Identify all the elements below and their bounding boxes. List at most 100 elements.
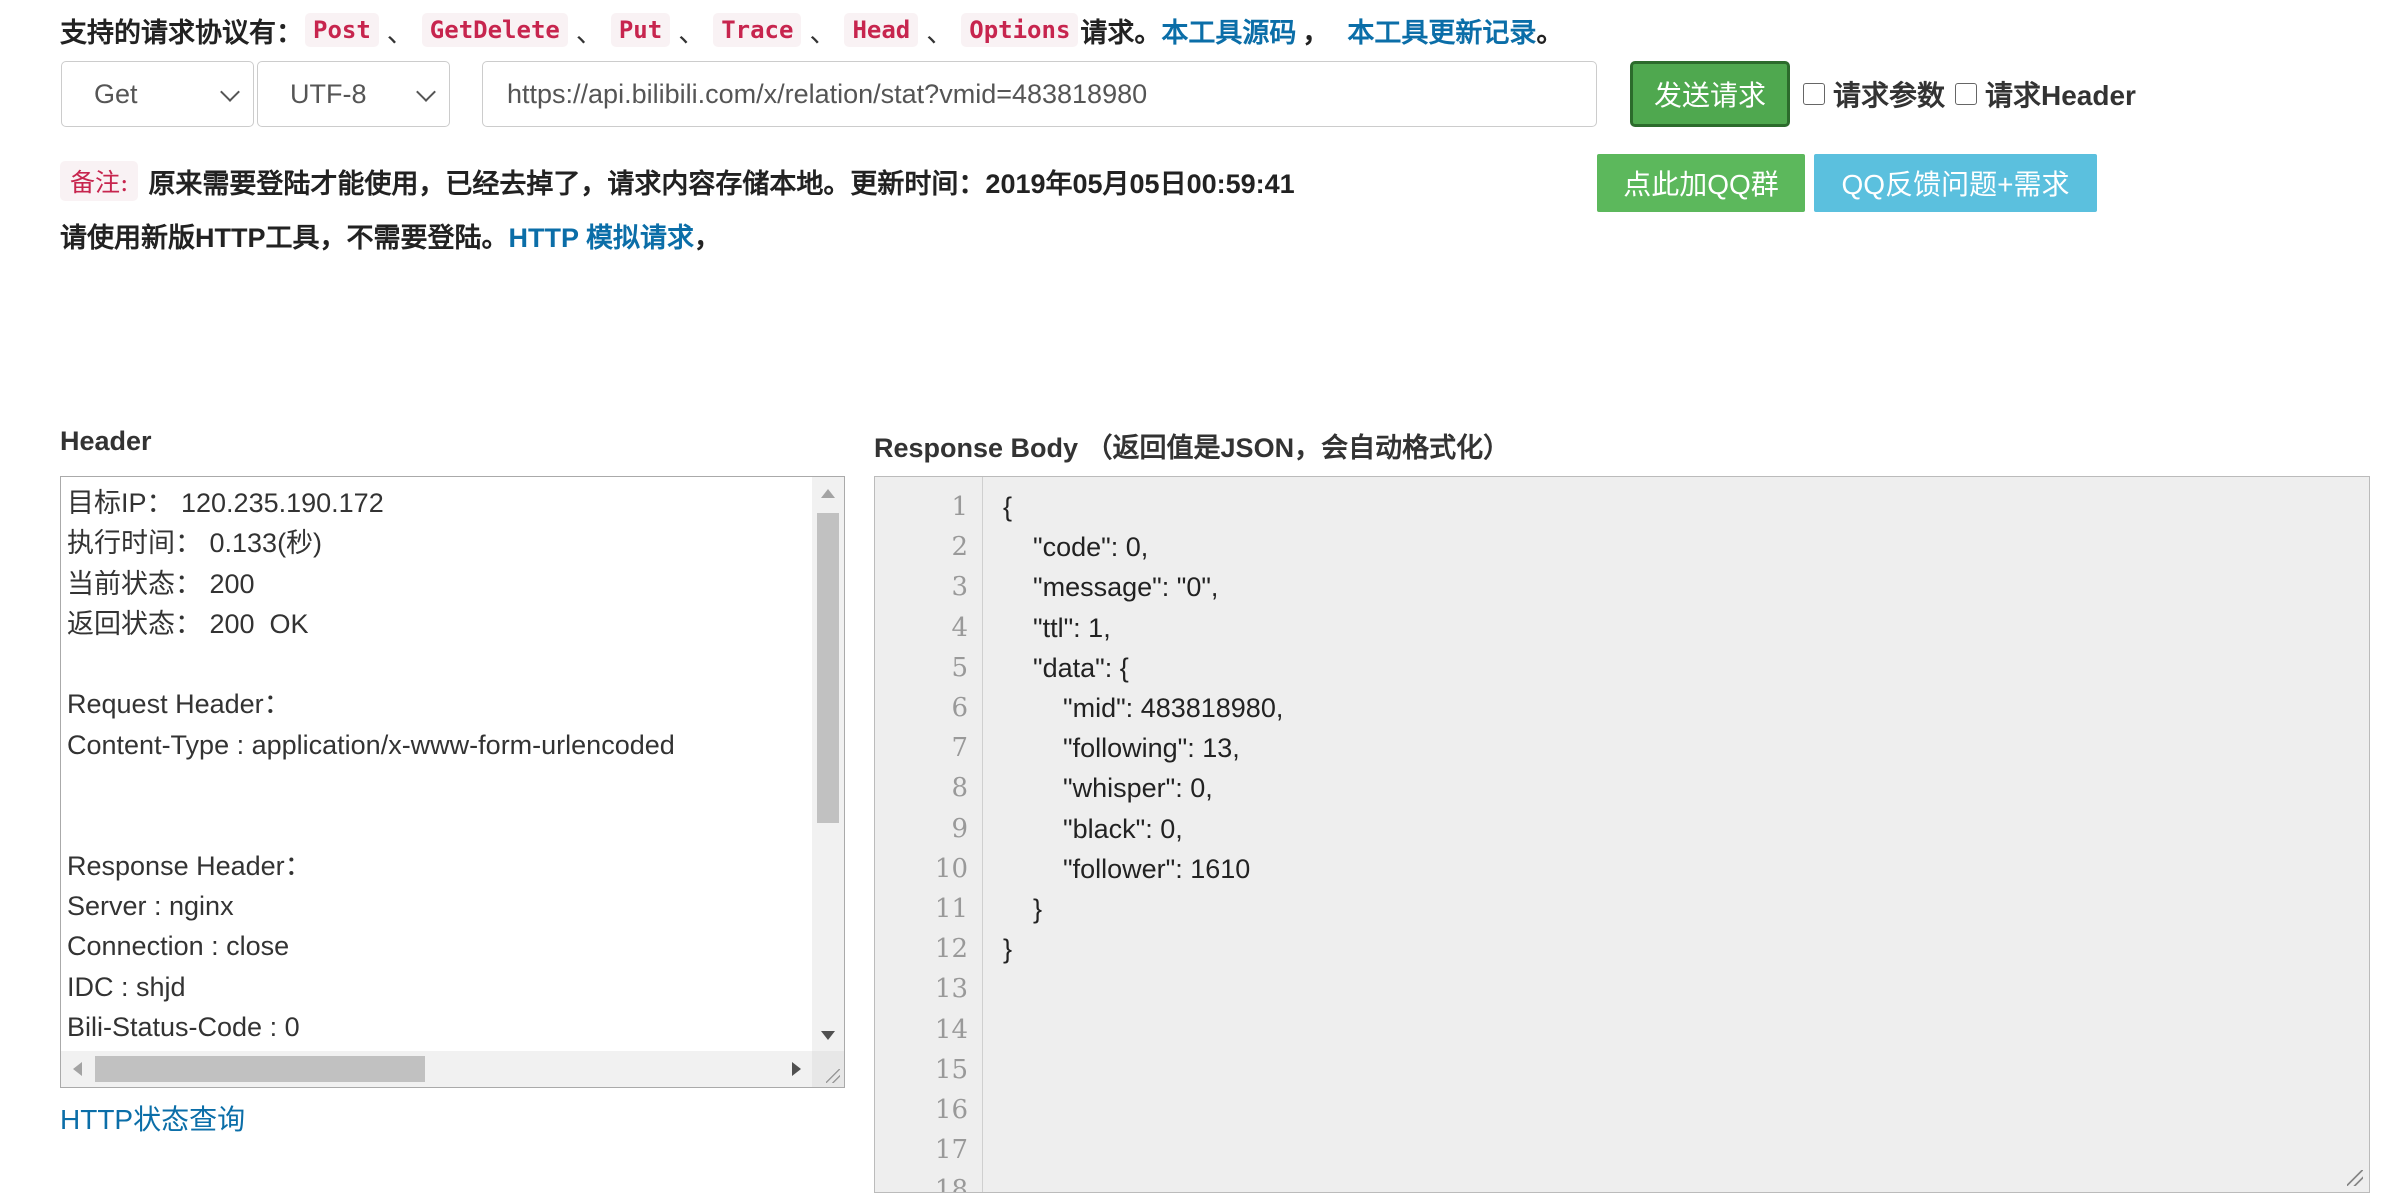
code-line: "message": "0", xyxy=(1003,572,1219,603)
resize-grip-icon[interactable] xyxy=(2347,1170,2363,1186)
protocol-separator: 、 xyxy=(926,17,954,48)
scroll-right-icon[interactable] xyxy=(792,1062,801,1076)
qq-group-button[interactable]: 点此加QQ群 xyxy=(1597,154,1805,212)
line-number-gutter: 1 2 3 4 5 6 7 8 9 10 11 12 13 14 15 16 17 18 xyxy=(875,477,983,1192)
code-line: "ttl": 1, xyxy=(1003,612,1111,643)
comma: ， xyxy=(1302,17,1330,48)
scroll-thumb[interactable] xyxy=(817,513,839,823)
scroll-thumb[interactable] xyxy=(95,1056,425,1082)
protocol-trace: Trace xyxy=(713,13,802,47)
header-line: 当前状态： 200 xyxy=(67,568,255,599)
protocol-list: 支持的请求协议有： Post 、 GetDelete 、 Put 、 Trace… xyxy=(60,10,1563,50)
protocol-put: Put xyxy=(610,13,671,47)
header-line: Response Header： xyxy=(67,850,312,881)
protocol-separator: 、 xyxy=(575,17,603,48)
checkbox-box[interactable] xyxy=(1803,83,1825,105)
header-line: Connection : close xyxy=(67,931,290,962)
header-textarea[interactable]: 目标IP： 120.235.190.172 执行时间： 0.133(秒) 当前状态：… xyxy=(60,476,845,1088)
protocol-separator: 、 xyxy=(386,17,414,48)
horizontal-scrollbar[interactable] xyxy=(61,1051,813,1087)
header-content: 目标IP： 120.235.190.172 执行时间： 0.133(秒) 当前状态：… xyxy=(67,483,807,1047)
request-params-checkbox[interactable]: 请求参数 xyxy=(1803,74,1945,114)
response-body-editor[interactable]: 1 2 3 4 5 6 7 8 9 10 11 12 13 14 15 16 17 18 { "code": 0,… xyxy=(874,476,2370,1193)
qq-feedback-button[interactable]: QQ反馈问题+需求 xyxy=(1814,154,2097,212)
url-input[interactable] xyxy=(482,61,1597,127)
note2-text: 请使用新版HTTP工具，不需要登陆。 xyxy=(60,222,509,253)
method-value: Get xyxy=(94,78,138,109)
send-request-button[interactable]: 发送请求 xyxy=(1630,61,1790,127)
header-line: IDC : shjd xyxy=(67,971,186,1002)
header-line: 执行时间： 0.133(秒) xyxy=(67,528,323,559)
line-number: 16 xyxy=(934,1095,968,1126)
header-line xyxy=(67,765,807,805)
code-line: "following": 13, xyxy=(1003,733,1240,764)
scroll-down-icon[interactable] xyxy=(821,1031,835,1040)
note-text: 原来需要登陆才能使用，已经去掉了，请求内容存储本地。更新时间：2019年05月0… xyxy=(148,168,1295,199)
header-line: Request Header： xyxy=(67,689,291,720)
http-simulate-link[interactable]: HTTP 模拟请求 xyxy=(509,216,695,255)
protocol-suffix: 请求。 xyxy=(1080,17,1162,48)
line-number: 9 xyxy=(951,813,968,844)
http-status-link[interactable]: HTTP状态查询 xyxy=(60,1098,245,1138)
line-number: 7 xyxy=(951,733,968,764)
code-line: "whisper": 0, xyxy=(1003,773,1213,804)
checkbox-box[interactable] xyxy=(1955,83,1977,105)
line-number: 14 xyxy=(934,1014,968,1045)
resize-grip-icon[interactable] xyxy=(826,1069,840,1083)
line-number: 1 xyxy=(951,492,968,522)
line-number: 11 xyxy=(934,894,968,925)
header-line: 目标IP： 120.235.190.172 xyxy=(67,488,384,518)
code-line: "black": 0, xyxy=(1003,813,1183,844)
code-line: } xyxy=(1003,934,1013,965)
line-number: 18 xyxy=(934,1175,968,1193)
header-line: 返回状态： 200 OK xyxy=(67,608,309,639)
protocol-options: Options xyxy=(961,13,1079,47)
note-badge: 备注: xyxy=(60,161,139,201)
source-code-link[interactable]: 本工具源码 xyxy=(1161,11,1296,50)
line-number: 2 xyxy=(951,532,968,563)
protocol-label: 支持的请求协议有： xyxy=(60,17,303,48)
header-line: Content-Type : application/x-www-form-ur… xyxy=(67,729,675,760)
code-line: "follower": 1610 xyxy=(1003,853,1251,884)
code-line: "data": { xyxy=(1003,652,1129,683)
scroll-up-icon[interactable] xyxy=(821,489,835,498)
code-line: "code": 0, xyxy=(1003,532,1149,563)
response-body-title: Response Body （返回值是JSON，会自动格式化） xyxy=(874,433,1511,463)
protocol-getdelete: GetDelete xyxy=(421,13,568,47)
protocol-post: Post xyxy=(305,13,379,47)
code-line: { xyxy=(1003,492,1013,522)
protocol-head: Head xyxy=(844,13,919,47)
header-section-title: Header xyxy=(60,426,152,456)
line-number: 10 xyxy=(934,853,968,884)
chevron-down-icon xyxy=(220,82,240,102)
request-header-label: 请求Header xyxy=(1985,80,2136,111)
note-row: 备注: 原来需要登陆才能使用，已经去掉了，请求内容存储本地。更新时间：2019年… xyxy=(60,160,1295,202)
header-line xyxy=(67,805,807,845)
changelog-link[interactable]: 本工具更新记录 xyxy=(1347,11,1536,50)
header-line: Bili-Status-Code : 0 xyxy=(67,1011,300,1042)
line-number: 15 xyxy=(934,1054,968,1085)
code-line: "mid": 483818980, xyxy=(1003,693,1284,724)
request-header-checkbox[interactable]: 请求Header xyxy=(1955,74,2136,114)
vertical-scrollbar[interactable] xyxy=(812,477,844,1052)
chevron-down-icon xyxy=(416,82,436,102)
scroll-left-icon[interactable] xyxy=(73,1062,82,1076)
line-number: 8 xyxy=(951,773,968,804)
header-line: Server : nginx xyxy=(67,890,234,921)
json-content: { "code": 0, "message": "0", "ttl": 1, "… xyxy=(1003,487,1283,969)
protocol-separator: 、 xyxy=(678,17,706,48)
method-select[interactable]: Get xyxy=(61,61,254,127)
line-number: 12 xyxy=(934,934,968,965)
charset-value: UTF-8 xyxy=(290,78,367,109)
request-params-label: 请求参数 xyxy=(1833,80,1946,111)
period: 。 xyxy=(1536,17,1564,48)
header-line xyxy=(67,644,807,684)
line-number: 3 xyxy=(951,572,968,603)
charset-select[interactable]: UTF-8 xyxy=(257,61,450,127)
line-number: 4 xyxy=(951,612,968,643)
line-number: 5 xyxy=(951,652,968,683)
note-row-2: 请使用新版HTTP工具，不需要登陆。 HTTP 模拟请求 ， xyxy=(60,214,721,256)
resize-corner[interactable] xyxy=(812,1051,844,1087)
protocol-separator: 、 xyxy=(809,17,837,48)
line-number: 13 xyxy=(934,974,968,1005)
